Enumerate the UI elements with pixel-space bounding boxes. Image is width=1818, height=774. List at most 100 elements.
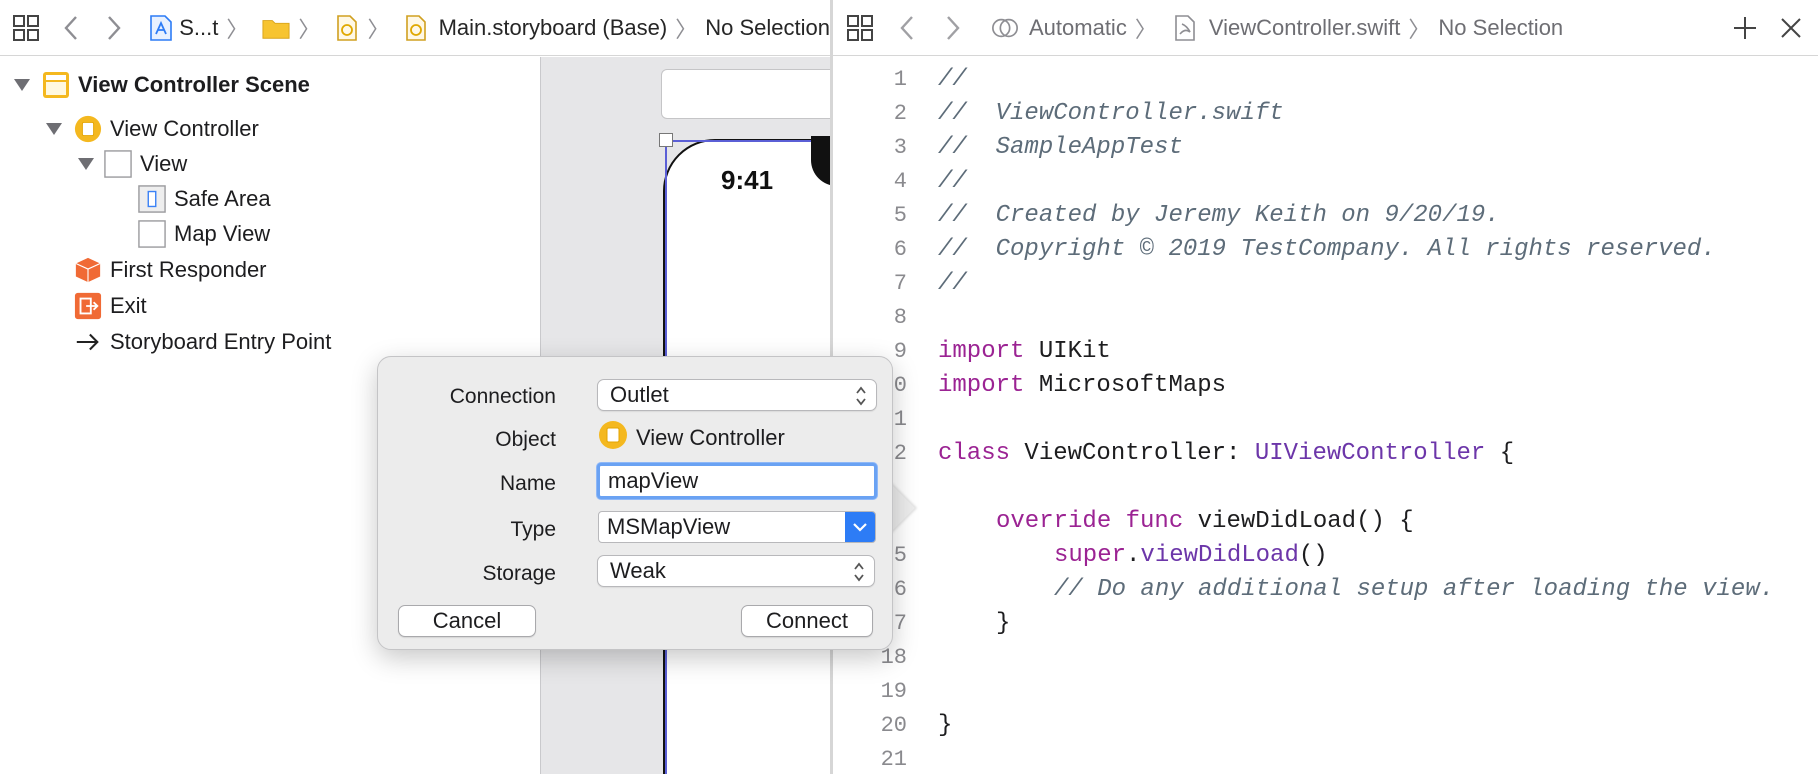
close-icon[interactable] — [1777, 14, 1805, 42]
code-text: override func viewDidLoad() { — [996, 508, 1414, 535]
code-text: class ViewController: UIViewController { — [938, 440, 1514, 467]
breadcrumb-separator: 〉 — [298, 16, 321, 42]
outline-label: Exit — [110, 293, 147, 318]
code-line: 5 super.viewDidLoad() — [833, 538, 1818, 572]
code-line: override func viewDidLoad() { — [833, 504, 1818, 538]
breadcrumb-file[interactable]: ViewController.swift — [1209, 15, 1401, 41]
up-down-chevron-icon — [854, 384, 868, 408]
code-comment: // — [938, 269, 967, 297]
outline-item-scene[interactable]: View Controller Scene — [14, 68, 310, 102]
code-comment: // Created by Jeremy Keith on 9/20/19. — [938, 201, 1500, 229]
outline-item-map-view[interactable]: Map View — [138, 217, 270, 251]
connect-button[interactable]: Connect — [741, 605, 873, 637]
object-name: View Controller — [636, 425, 785, 450]
arrow-right-icon — [74, 328, 102, 356]
outline-label: View — [140, 151, 188, 176]
outline-label: Safe Area — [174, 186, 271, 211]
resize-handle[interactable] — [659, 133, 673, 147]
up-down-chevron-icon — [852, 560, 866, 584]
code-text: super.viewDidLoad() — [1054, 542, 1328, 569]
code-line: 19 — [833, 674, 1818, 708]
breadcrumb-project[interactable]: S...t — [179, 15, 218, 41]
connection-value: Outlet — [610, 382, 669, 407]
disclosure-triangle-icon[interactable] — [46, 123, 62, 135]
outline-item-view-controller[interactable]: View Controller — [46, 112, 259, 146]
module-name: UIKit — [1024, 337, 1111, 365]
breadcrumb-storyboard[interactable]: Main.storyboard (Base) — [439, 15, 668, 41]
outlet-name-field[interactable]: mapView — [597, 463, 877, 499]
outline-label: First Responder — [110, 257, 267, 282]
disclosure-triangle-icon[interactable] — [14, 79, 30, 91]
line-number: 19 — [880, 678, 907, 704]
breadcrumb-separator: 〉 — [1408, 16, 1431, 42]
line-number: 20 — [880, 712, 907, 738]
code-line: 4 // — [833, 164, 1818, 198]
storage-popup[interactable]: Weak — [597, 555, 875, 587]
related-items-grid-icon[interactable] — [12, 13, 40, 43]
code-comment: // — [938, 167, 967, 195]
related-items-grid-icon[interactable] — [845, 13, 875, 43]
storyboard-file-icon[interactable] — [334, 13, 359, 43]
code-text: } — [938, 711, 953, 739]
dot: . — [1126, 541, 1141, 569]
storyboard-file-icon[interactable] — [403, 13, 428, 43]
brace: { — [1485, 439, 1515, 467]
code-comment: // Do any additional setup after loading… — [1054, 575, 1775, 603]
breadcrumb-selection[interactable]: No Selection — [1438, 15, 1563, 41]
source-editor[interactable]: 1 // 2 // ViewController.swift 3 // Samp… — [833, 57, 1818, 774]
scene-dock-bar[interactable] — [661, 69, 841, 119]
code-line: 7 // — [833, 266, 1818, 300]
disclosure-triangle-icon[interactable] — [78, 158, 94, 170]
right-jump-bar: Automatic 〉 ViewController.swift 〉 No Se… — [833, 0, 1818, 56]
plus-icon[interactable] — [1731, 14, 1759, 42]
class-name: ViewController: — [1010, 439, 1255, 467]
keyword-import: import — [938, 371, 1025, 399]
code-line: 21 — [833, 742, 1818, 774]
outline-item-safe-area[interactable]: Safe Area — [138, 182, 271, 216]
code-comment: // Copyright © 2019 TestCompany. All rig… — [938, 235, 1716, 263]
code-line: 3 // SampleAppTest — [833, 130, 1818, 164]
back-arrow-icon[interactable] — [893, 13, 921, 43]
line-number: 1 — [893, 66, 907, 92]
app-project-icon[interactable] — [148, 13, 173, 43]
type-combo-box[interactable]: MSMapView — [598, 511, 876, 543]
outline-label: Map View — [174, 221, 271, 246]
code-text: } — [996, 609, 1011, 637]
type-label: Type — [510, 518, 556, 541]
connection-label: Connection — [449, 385, 556, 408]
map-view-icon — [138, 220, 166, 248]
outline-item-first-responder[interactable]: First Responder — [74, 253, 267, 287]
breadcrumb-selection[interactable]: No Selection — [705, 15, 830, 41]
outline-item-view[interactable]: View — [78, 147, 187, 181]
code-line: 6 // Do any additional setup after loadi… — [833, 572, 1818, 606]
outline-item-exit[interactable]: Exit — [74, 289, 147, 323]
back-arrow-icon[interactable] — [58, 13, 83, 43]
safe-area-icon — [138, 185, 166, 213]
code-comment: // ViewController.swift — [938, 99, 1284, 127]
code-line: 1 — [833, 402, 1818, 436]
code-line: 20 } — [833, 708, 1818, 742]
forward-arrow-icon[interactable] — [939, 13, 967, 43]
outlet-connection-popover: Connection Outlet Object View Controller… — [377, 356, 893, 650]
storage-value: Weak — [610, 558, 666, 583]
breadcrumb-separator: 〉 — [226, 16, 249, 42]
keyword-class: class — [938, 439, 1011, 467]
method-call: viewDidLoad — [1140, 541, 1299, 569]
breadcrumb-automatic[interactable]: Automatic — [1029, 15, 1127, 41]
code-comment: // — [938, 65, 967, 93]
folder-icon[interactable] — [262, 13, 290, 43]
chevron-down-icon[interactable] — [845, 512, 875, 542]
linked-circles-icon[interactable] — [991, 13, 1019, 43]
outlet-name-value: mapView — [608, 468, 699, 493]
cancel-button[interactable]: Cancel — [398, 605, 536, 637]
code-line: 18 — [833, 640, 1818, 674]
connection-popup[interactable]: Outlet — [597, 379, 877, 411]
code-line: 2 class ViewController: UIViewController… — [833, 436, 1818, 470]
type-value: MSMapView — [607, 514, 731, 539]
outline-item-entry-point[interactable]: Storyboard Entry Point — [74, 325, 331, 359]
swift-file-icon[interactable] — [1171, 13, 1199, 43]
forward-arrow-icon[interactable] — [101, 13, 126, 43]
view-controller-icon — [598, 420, 628, 456]
keyword-func: func — [1111, 507, 1184, 535]
